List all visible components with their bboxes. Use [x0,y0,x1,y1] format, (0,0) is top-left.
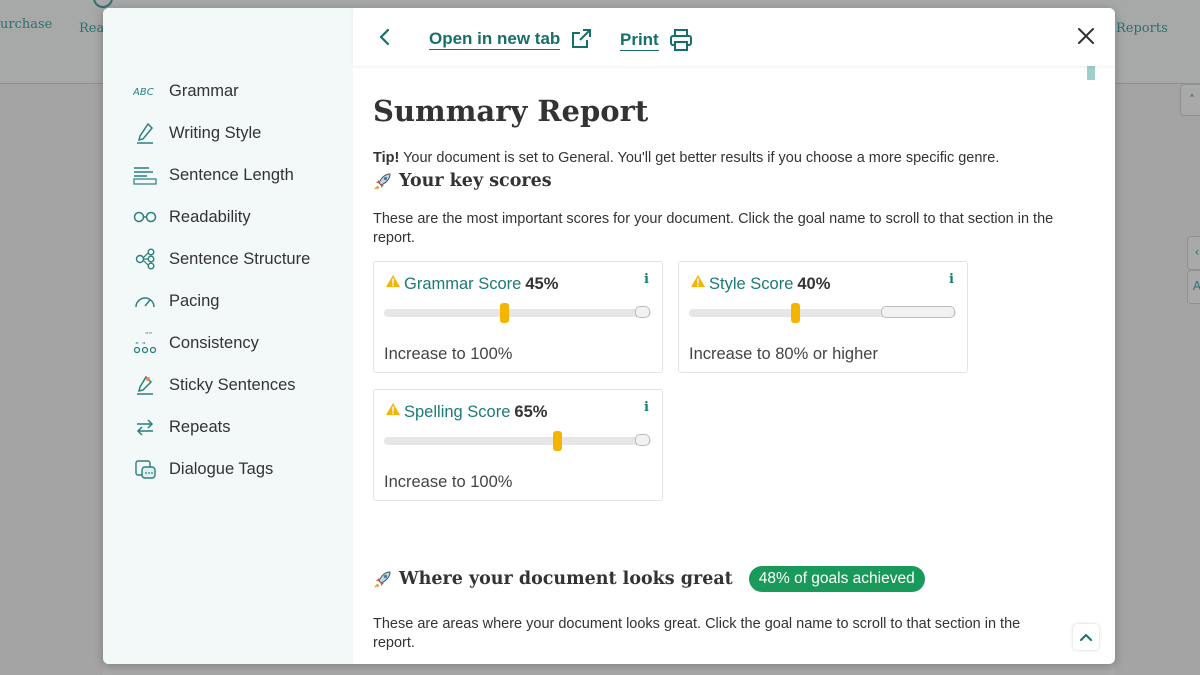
style-score-card: Style Score 40% i Increase to 80% or high… [678,261,968,373]
external-link-icon [572,29,592,48]
repeat-icon [133,415,157,439]
score-marker [499,303,509,323]
sidebar-item-sticky-sentences[interactable]: Sticky Sentences [133,370,296,400]
score-track [384,309,651,317]
score-goal: Increase to 100% [384,345,513,363]
page-title: Summary Report [373,94,649,128]
report-sidebar: ABC Grammar Writing Style Sentence Lengt… [103,8,353,664]
style-score-link[interactable]: Style Score 40% [709,275,830,294]
goals-achieved-badge: 48% of goals achieved [748,566,925,592]
grammar-score-link[interactable]: Grammar Score 45% [404,275,558,294]
rocket-icon [374,571,391,588]
abc-icon: ABC [133,79,157,103]
info-icon[interactable]: i [949,272,954,287]
summary-report-modal: ABC Grammar Writing Style Sentence Lengt… [103,8,1115,664]
sidebar-item-readability[interactable]: Readability [133,202,251,232]
info-icon[interactable]: i [644,272,649,287]
sidebar-item-repeats[interactable]: Repeats [133,412,230,442]
score-goal: Increase to 80% or higher [689,345,878,363]
target-range [634,306,650,318]
grammar-score-card: Grammar Score 45% i Increase to 100% [373,261,663,373]
svg-text:“”: “” [145,332,152,339]
rocket-icon [374,173,391,190]
structure-icon [133,247,157,271]
spelling-score-link[interactable]: Spelling Score 65% [404,403,547,422]
sidebar-item-dialogue-tags[interactable]: Dialogue Tags [133,454,273,484]
warning-icon [691,275,705,287]
spelling-score-card: Spelling Score 65% i Increase to 100% [373,389,663,501]
printer-icon [669,29,692,51]
pen-icon [133,121,157,145]
score-goal: Increase to 100% [384,473,513,491]
key-scores-description: These are the most important scores for … [373,211,1054,246]
close-icon [1078,28,1094,44]
consistency-icon: „ „ “” [133,331,157,355]
chevron-left-icon [379,28,390,46]
chevron-up-icon [1080,633,1092,641]
back-button[interactable] [373,25,397,49]
score-marker [791,303,801,323]
score-track [384,437,651,445]
key-scores-heading: Your key scores [373,171,552,191]
gauge-icon [133,289,157,313]
score-marker [553,431,563,451]
close-button[interactable] [1075,25,1097,47]
scroll-to-top-button[interactable] [1073,624,1099,650]
background-side-button: A [1187,270,1200,304]
sidebar-item-consistency[interactable]: „ „ “” Consistency [133,328,259,358]
looks-great-heading: Where your document looks great 48% of g… [373,566,925,592]
target-range [880,306,955,318]
sidebar-item-sentence-length[interactable]: Sentence Length [133,160,294,190]
genre-tip: Tip! Your document is set to General. Yo… [373,150,1000,166]
ruler-icon [133,163,157,187]
background-side-button: ‹ [1187,236,1200,270]
looks-great-description: These are areas where your document look… [373,616,1021,651]
open-in-new-tab-button[interactable]: Open in new tab [429,28,592,50]
warning-icon [386,275,400,287]
report-content[interactable]: Summary Report Tip! Your document is set… [353,66,1115,664]
glue-icon [133,373,157,397]
dialogue-icon [133,457,157,481]
modal-topbar: Open in new tab Print [353,8,1115,66]
sidebar-item-sentence-structure[interactable]: Sentence Structure [133,244,310,274]
sidebar-item-writing-style[interactable]: Writing Style [133,118,261,148]
sidebar-item-pacing[interactable]: Pacing [133,286,219,316]
background-collapse-button: ˄ [1180,84,1200,116]
info-icon[interactable]: i [644,400,649,415]
target-range [634,434,650,446]
glasses-icon [133,205,157,229]
sidebar-item-grammar[interactable]: ABC Grammar [133,76,239,106]
print-button[interactable]: Print [620,28,693,52]
warning-icon [386,403,400,415]
svg-text:ABC: ABC [133,87,154,97]
scrollbar-thumb[interactable] [1087,66,1095,80]
